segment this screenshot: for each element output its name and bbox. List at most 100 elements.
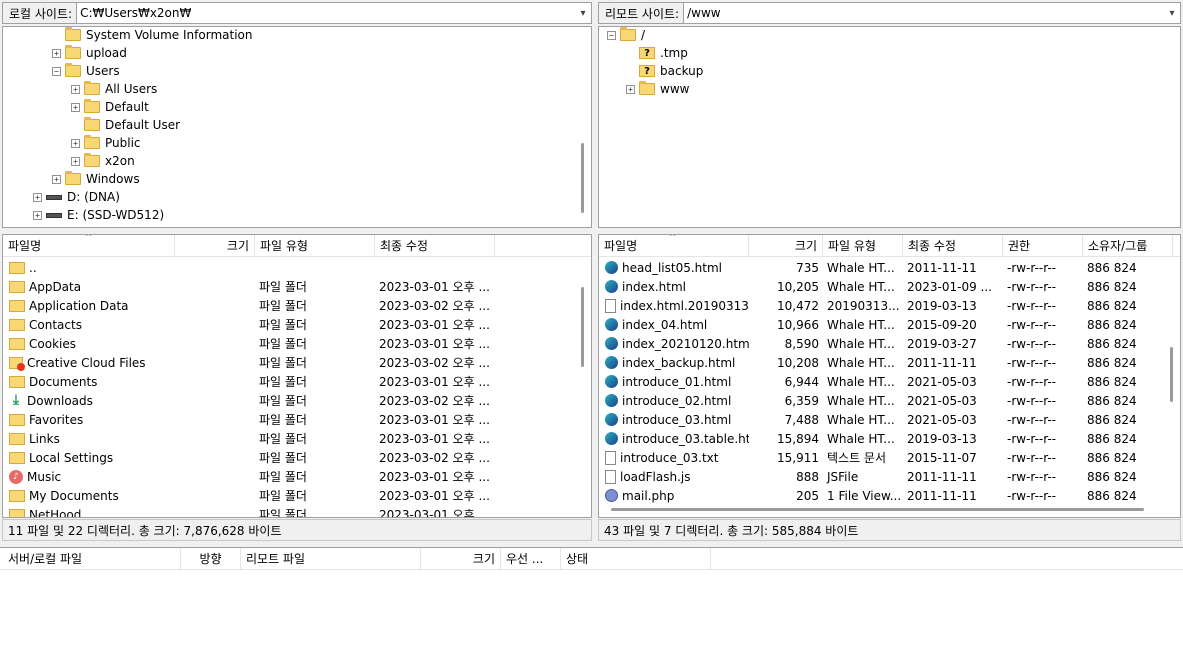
file-row[interactable]: Documents 파일 폴더 2023-03-01 오후 ... <box>3 373 573 392</box>
remote-path-combo[interactable]: ▾ <box>683 2 1181 24</box>
expand-icon[interactable]: + <box>626 84 635 94</box>
remote-path-input[interactable] <box>684 3 1164 23</box>
file-row[interactable]: AppData 파일 폴더 2023-03-01 오후 ... <box>3 278 573 297</box>
size-text: 10,208 <box>777 356 819 370</box>
file-row[interactable]: loadFlash.js 888 JSFile 2011-11-11 -rw-r--r-… <box>599 468 1169 487</box>
drive-icon <box>46 212 62 218</box>
col-header-size[interactable]: 크기 <box>749 235 823 257</box>
file-row[interactable]: index.html 10,205 Whale HT... 2023-01-09 ..… <box>599 278 1169 297</box>
tree-node[interactable]: − Users <box>52 62 120 80</box>
tree-node[interactable]: + D: (DNA) <box>33 188 120 206</box>
file-row[interactable]: introduce_03.html 7,488 Whale HT... 2021-05… <box>599 411 1169 430</box>
col-header-status[interactable]: 상태 <box>561 548 711 570</box>
file-row[interactable]: Cookies 파일 폴더 2023-03-01 오후 ... <box>3 335 573 354</box>
local-tree-scrollbar[interactable] <box>574 27 591 227</box>
cell-modified: 2021-05-03 <box>903 373 1003 392</box>
file-row[interactable]: introduce_02.html 6,359 Whale HT... 2021-05… <box>599 392 1169 411</box>
folder-icon <box>65 171 81 185</box>
expand-icon[interactable]: + <box>71 138 80 148</box>
local-file-list[interactable]: ^ 파일명 크기 파일 유형 최종 수정 .. AppData 파일 폴더 2023-… <box>2 234 592 518</box>
tree-node[interactable]: + Default <box>71 98 149 116</box>
file-row[interactable]: .. <box>3 259 573 278</box>
file-row[interactable]: ⤓ Downloads 파일 폴더 2023-03-02 오후 ... <box>3 392 573 411</box>
expand-icon[interactable]: + <box>71 102 80 112</box>
chevron-down-icon[interactable]: ▾ <box>1164 3 1180 23</box>
type-text: Whale HT... <box>827 375 895 389</box>
file-row[interactable]: introduce_03.table.ht... 15,894 Whale HT..… <box>599 430 1169 449</box>
cell-name: ♪ Music <box>5 468 175 487</box>
file-row[interactable]: Local Settings 파일 폴더 2023-03-02 오후 ... <box>3 449 573 468</box>
file-row[interactable]: Application Data 파일 폴더 2023-03-02 오후 ... <box>3 297 573 316</box>
expand-icon[interactable]: + <box>52 48 61 58</box>
local-path-input[interactable] <box>77 3 575 23</box>
tree-node[interactable]: + Windows <box>52 170 140 188</box>
col-header-priority[interactable]: 우선 ... <box>501 548 561 570</box>
file-row[interactable]: index_20210120.html 8,590 Whale HT... 2019-… <box>599 335 1169 354</box>
file-row[interactable]: introduce_01.html 6,944 Whale HT... 2021-05… <box>599 373 1169 392</box>
file-row[interactable]: ♪ Music 파일 폴더 2023-03-01 오후 ... <box>3 468 573 487</box>
col-header-modified[interactable]: 최종 수정 <box>375 235 495 257</box>
tree-node[interactable]: + www <box>626 80 689 98</box>
local-path-combo[interactable]: ▾ <box>76 2 592 24</box>
file-row[interactable]: Creative Cloud Files 파일 폴더 2023-03-02 오후 .… <box>3 354 573 373</box>
file-row[interactable]: My Documents 파일 폴더 2023-03-01 오후 ... <box>3 487 573 506</box>
col-header-type[interactable]: 파일 유형 <box>255 235 375 257</box>
col-header-filename[interactable]: 파일명 <box>3 235 175 257</box>
file-row[interactable]: index_04.html 10,966 Whale HT... 2015-09-20… <box>599 316 1169 335</box>
collapse-icon[interactable]: − <box>607 30 616 40</box>
file-row[interactable]: Contacts 파일 폴더 2023-03-01 오후 ... <box>3 316 573 335</box>
cell-name: index_20210120.html <box>601 335 749 354</box>
expand-icon[interactable]: + <box>33 210 42 220</box>
tree-node[interactable]: System Volume Information <box>52 27 252 44</box>
expand-icon[interactable]: + <box>33 192 42 202</box>
collapse-icon[interactable]: − <box>52 66 61 76</box>
col-header-server-local-file[interactable]: 서버/로컬 파일 <box>3 548 181 570</box>
file-row[interactable]: Favorites 파일 폴더 2023-03-01 오후 ... <box>3 411 573 430</box>
tree-node[interactable]: + All Users <box>71 80 157 98</box>
tree-node[interactable]: + E: (SSD-WD512) <box>33 206 164 224</box>
col-header-modified[interactable]: 최종 수정 <box>903 235 1003 257</box>
file-row[interactable]: index.html.20190313 10,472 20190313... 2019… <box>599 297 1169 316</box>
col-header-owner[interactable]: 소유자/그룹 <box>1083 235 1173 257</box>
file-row[interactable]: Links 파일 폴더 2023-03-01 오후 ... <box>3 430 573 449</box>
tree-node[interactable]: Default User <box>71 116 180 134</box>
remote-file-list[interactable]: ^ 파일명 크기 파일 유형 최종 수정 권한 소유자/그룹 head_list… <box>598 234 1181 518</box>
local-list-scrollbar[interactable] <box>574 257 591 517</box>
perm-text: -rw-r--r-- <box>1007 394 1057 408</box>
col-header-direction[interactable]: 방향 <box>181 548 241 570</box>
file-row[interactable]: NetHood 파일 폴더 2023-03-01 오후 ... <box>3 506 573 517</box>
file-row[interactable]: head_list05.html 735 Whale HT... 2011-11-11… <box>599 259 1169 278</box>
tree-node[interactable]: + upload <box>52 44 127 62</box>
tree-node[interactable]: ? backup <box>626 62 703 80</box>
col-header-size[interactable]: 크기 <box>421 548 501 570</box>
local-directory-tree[interactable]: System Volume Information + upload − Users + A… <box>2 26 592 228</box>
chevron-down-icon[interactable]: ▾ <box>575 3 591 23</box>
col-header-filename[interactable]: 파일명 <box>599 235 749 257</box>
expand-icon[interactable]: + <box>71 84 80 94</box>
tree-node[interactable]: − / <box>607 27 645 44</box>
tree-node[interactable]: + Public <box>71 134 141 152</box>
expand-icon[interactable]: + <box>52 174 61 184</box>
col-header-permissions[interactable]: 권한 <box>1003 235 1083 257</box>
cell-name: introduce_02.html <box>601 392 749 411</box>
tree-node[interactable]: + x2on <box>71 152 135 170</box>
tree-node-label: www <box>660 82 690 96</box>
cell-type: Whale HT... <box>823 259 903 278</box>
transfer-queue[interactable]: 서버/로컬 파일 방향 리모트 파일 크기 우선 ... 상태 <box>0 547 1183 651</box>
file-row[interactable]: index_backup.html 10,208 Whale HT... 2011-1… <box>599 354 1169 373</box>
file-row[interactable]: mail.php 205 1 File View... 2011-11-11 -rw-r… <box>599 487 1169 506</box>
col-header-type[interactable]: 파일 유형 <box>823 235 903 257</box>
cell-perm: -rw-r--r-- <box>1003 316 1083 335</box>
folder-icon <box>65 27 81 41</box>
file-row[interactable]: introduce_03.txt 15,911 텍스트 문서 2015-11-07 -r… <box>599 449 1169 468</box>
type-text: Whale HT... <box>827 337 895 351</box>
expand-icon[interactable]: + <box>71 156 80 166</box>
col-header-remote-file[interactable]: 리모트 파일 <box>241 548 421 570</box>
remote-directory-tree[interactable]: − /? .tmp? backup + www <box>598 26 1181 228</box>
name-text: My Documents <box>29 489 119 503</box>
tree-node-label: Windows <box>86 172 140 186</box>
tree-node[interactable]: ? .tmp <box>626 44 688 62</box>
col-header-size[interactable]: 크기 <box>175 235 255 257</box>
remote-status-bar: 43 파일 및 7 디렉터리. 총 크기: 585,884 바이트 <box>598 519 1181 541</box>
remote-list-hscrollbar[interactable] <box>599 505 1163 513</box>
